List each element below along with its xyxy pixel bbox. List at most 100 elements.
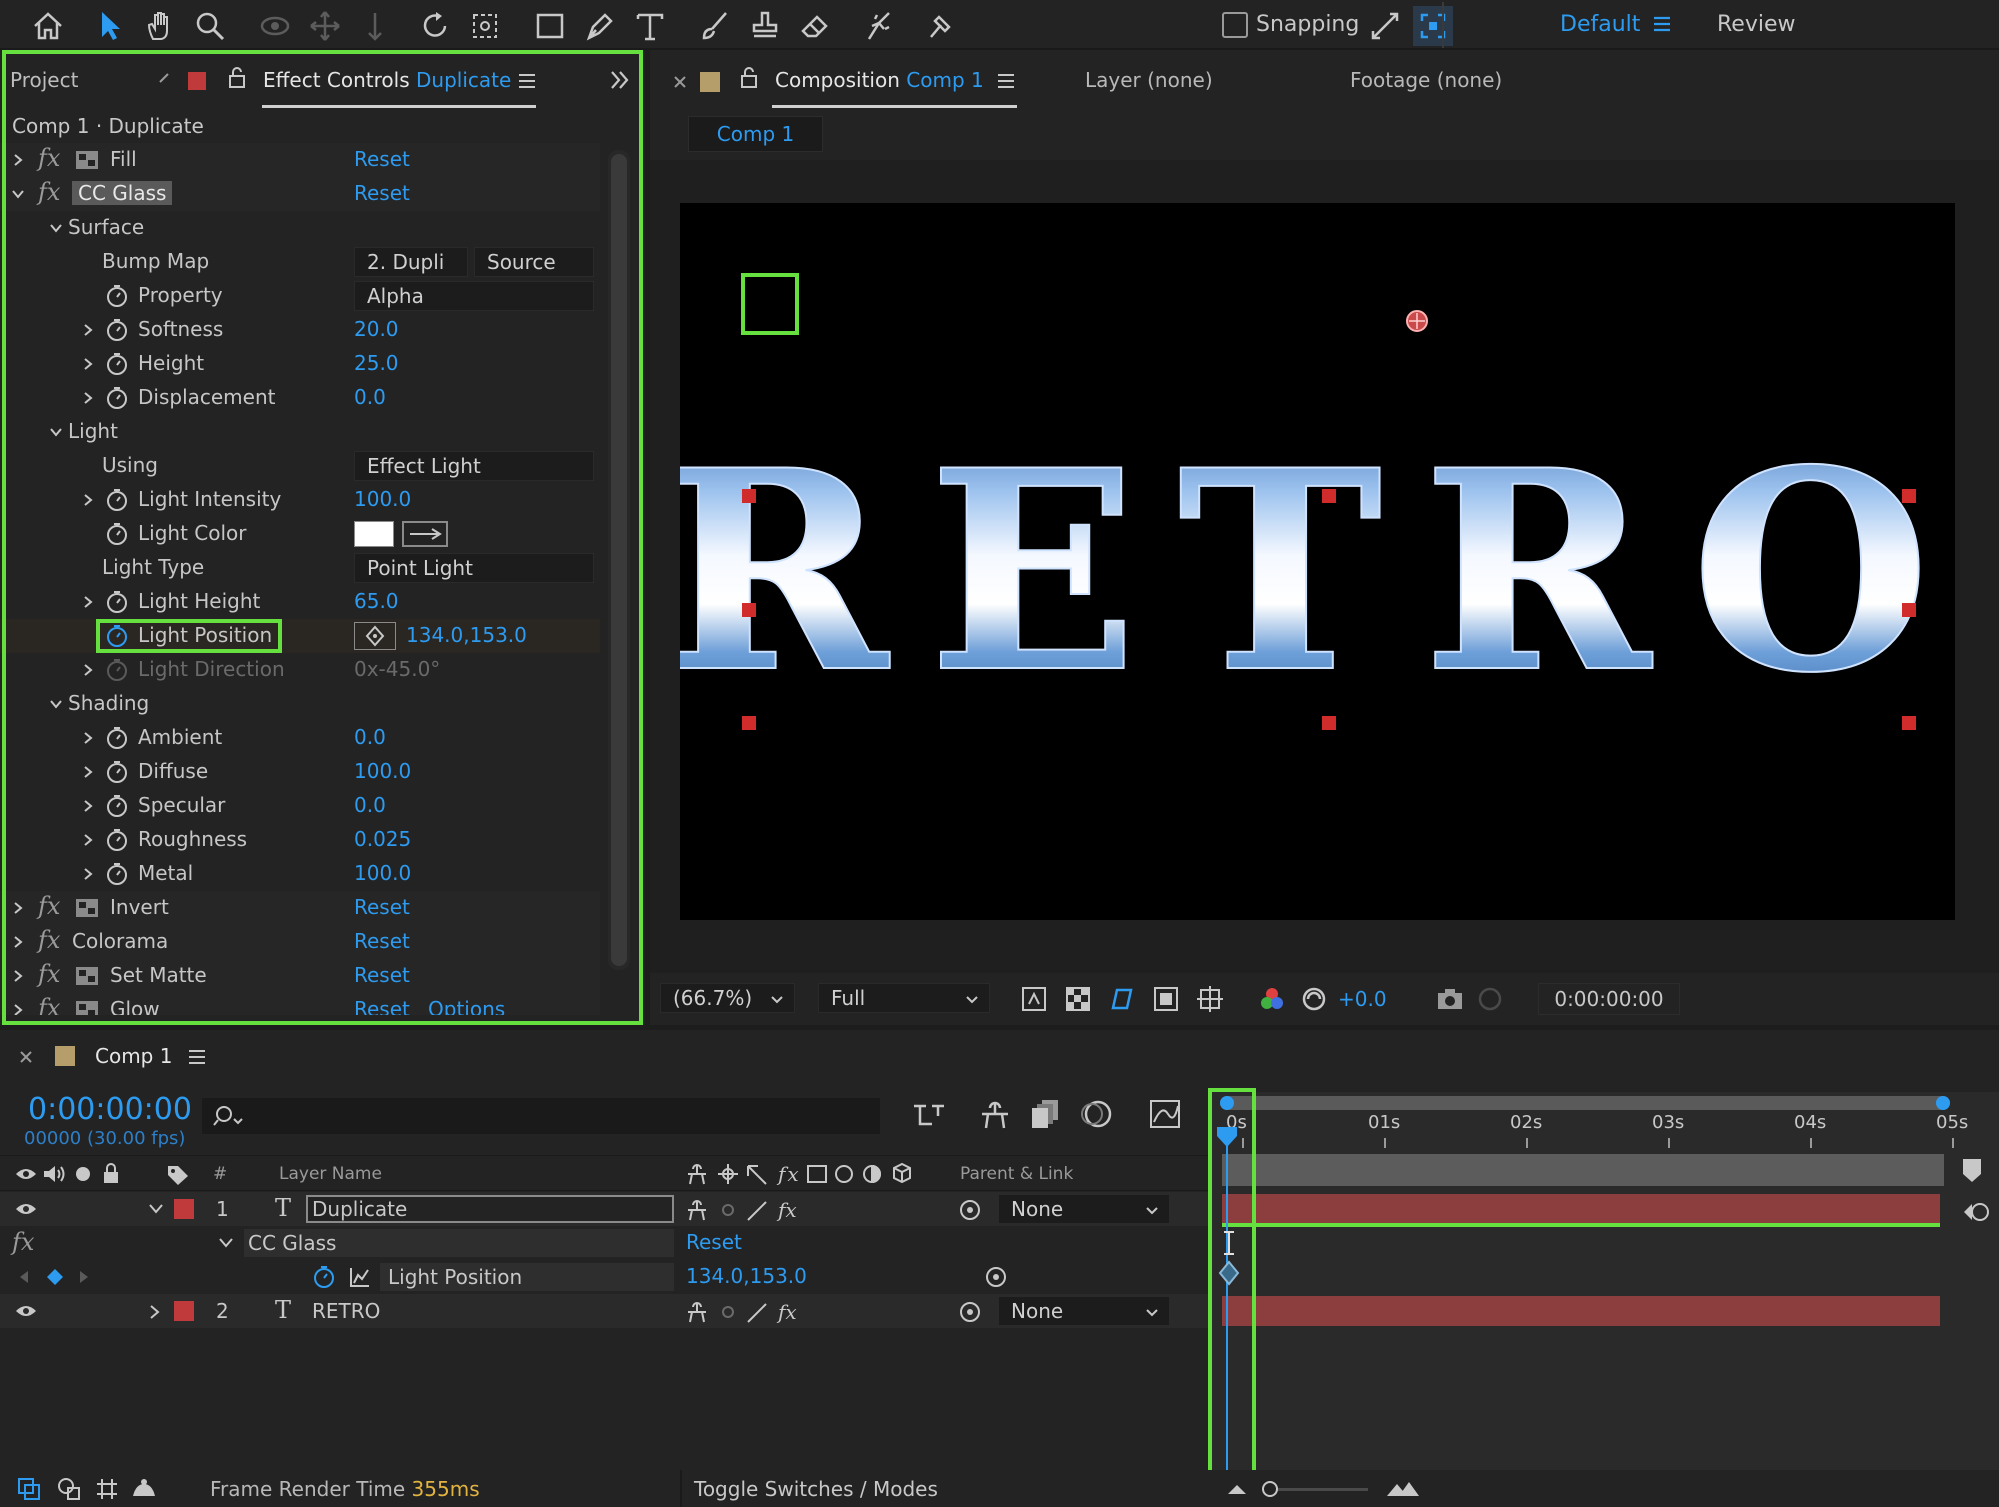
pick-whip-icon[interactable] [958, 1300, 982, 1324]
close-tab-icon[interactable] [672, 66, 688, 96]
graph-editor-icon[interactable] [1148, 1098, 1182, 1130]
pen-tool-icon[interactable] [580, 6, 620, 46]
effect-row-cc-glass[interactable]: fx CC Glass Reset [0, 1226, 1210, 1260]
chevron-right-icon[interactable] [148, 1304, 162, 1320]
mask-visibility-icon[interactable] [1108, 985, 1136, 1013]
close-tab-icon[interactable] [18, 1045, 34, 1069]
effect-reset-link[interactable]: Reset [686, 1230, 742, 1254]
parent-dropdown[interactable]: None [998, 1194, 1170, 1224]
chevron-down-icon[interactable] [218, 1236, 234, 1250]
viewer-timecode[interactable]: 0:00:00:00 [1538, 983, 1680, 1015]
comp-canvas[interactable]: RETRO [680, 203, 1955, 920]
snapping-options-icon[interactable] [1365, 6, 1405, 46]
brush-tool-icon[interactable] [695, 6, 735, 46]
layer-switches-toggle-icon[interactable] [56, 1476, 82, 1502]
render-settings-icon[interactable] [16, 1476, 42, 1502]
dolly-camera-icon[interactable] [355, 6, 395, 46]
layer-name[interactable]: RETRO [312, 1299, 380, 1323]
workspace-default-tab[interactable]: Default [1560, 12, 1640, 37]
lock-icon[interactable] [102, 1162, 120, 1186]
layer-1-duration-bar[interactable] [1222, 1194, 1940, 1224]
work-area-range[interactable] [1222, 1154, 1944, 1186]
shy-layers-icon[interactable] [978, 1100, 1012, 1130]
prev-keyframe-icon[interactable] [18, 1270, 30, 1284]
extend-snap-icon[interactable] [1413, 6, 1453, 46]
snapping-checkbox[interactable] [1222, 12, 1248, 38]
puppet-tool-icon[interactable] [920, 6, 960, 46]
home-icon[interactable] [28, 6, 68, 46]
lock-icon[interactable] [740, 66, 758, 90]
time-ruler[interactable]: 0s 01s 02s 03s 04s 05s [1212, 1112, 1999, 1152]
next-keyframe-icon[interactable] [78, 1270, 90, 1284]
transparency-grid-icon[interactable] [1064, 985, 1092, 1013]
panel-menu-icon[interactable] [188, 1048, 206, 1066]
zoom-out-icon[interactable] [1226, 1482, 1248, 1496]
solo-icon[interactable] [76, 1167, 90, 1181]
frame-render-toggle-icon[interactable] [130, 1476, 158, 1502]
eraser-tool-icon[interactable] [795, 6, 835, 46]
eye-icon[interactable] [14, 1199, 38, 1219]
column-layer-name[interactable]: Layer Name [279, 1164, 382, 1184]
layer-switches[interactable]: fx [686, 1300, 806, 1324]
property-value[interactable]: 134.0,153.0 [686, 1264, 807, 1288]
expression-pick-whip-icon[interactable] [984, 1265, 1008, 1289]
frame-blending-icon[interactable] [1030, 1098, 1062, 1130]
region-of-interest-icon[interactable] [1152, 985, 1180, 1013]
roto-brush-tool-icon[interactable] [860, 6, 900, 46]
property-row-light-position[interactable]: Light Position 134.0,153.0 [0, 1260, 1210, 1294]
column-parent-link[interactable]: Parent & Link [960, 1164, 1073, 1184]
exposure-value[interactable]: +0.0 [1338, 987, 1387, 1011]
show-snapshot-icon[interactable] [1476, 985, 1504, 1013]
reset-exposure-icon[interactable] [1300, 985, 1328, 1013]
workspace-menu-icon[interactable] [1652, 14, 1672, 34]
zoom-dropdown[interactable]: (66.7%) [660, 983, 795, 1013]
fast-previews-icon[interactable] [1020, 985, 1048, 1013]
workspace-review-tab[interactable]: Review [1717, 12, 1796, 37]
orbit-camera-icon[interactable] [255, 6, 295, 46]
resolution-dropdown[interactable]: Full [818, 983, 990, 1013]
zoom-tool-icon[interactable] [190, 6, 230, 46]
channel-rgb-icon[interactable] [1258, 985, 1286, 1013]
pick-whip-icon[interactable] [958, 1198, 982, 1222]
zoom-in-icon[interactable] [1385, 1478, 1421, 1498]
snapshot-icon[interactable] [1435, 985, 1465, 1013]
video-visibility-icon[interactable] [14, 1164, 38, 1184]
layer-name-field[interactable]: Duplicate [306, 1195, 674, 1223]
tab-footage[interactable]: Footage (none) [1350, 68, 1502, 92]
eye-icon[interactable] [14, 1301, 38, 1321]
anchor-point-tool-icon[interactable] [465, 6, 505, 46]
layer-label-color[interactable] [174, 1199, 194, 1219]
selection-tool-icon[interactable] [90, 6, 130, 46]
comp-navigator-tab[interactable]: Comp 1 [688, 116, 823, 152]
label-tag-icon[interactable] [166, 1164, 190, 1186]
layer-2-duration-bar[interactable] [1222, 1296, 1940, 1326]
type-tool-icon[interactable] [630, 6, 670, 46]
graph-icon[interactable] [348, 1265, 372, 1289]
panel-menu-icon[interactable] [997, 72, 1015, 90]
add-keyframe-icon[interactable] [46, 1268, 64, 1286]
grid-guides-icon[interactable] [1196, 985, 1224, 1013]
toggle-switches-modes-button[interactable]: Toggle Switches / Modes [694, 1477, 938, 1501]
parent-dropdown[interactable]: None [998, 1296, 1170, 1326]
layer-row-2[interactable]: 2 T RETRO fx None [0, 1294, 1210, 1328]
rotation-tool-icon[interactable] [415, 6, 455, 46]
pan-camera-icon[interactable] [305, 6, 345, 46]
in-out-toggle-icon[interactable] [94, 1476, 120, 1502]
tab-layer[interactable]: Layer (none) [1085, 68, 1213, 92]
layer-label-color[interactable] [174, 1301, 194, 1321]
chevron-down-icon[interactable] [148, 1202, 164, 1216]
clone-stamp-tool-icon[interactable] [745, 6, 785, 46]
zoom-slider[interactable] [1262, 1481, 1368, 1497]
audio-icon[interactable] [42, 1164, 66, 1184]
stopwatch-icon[interactable] [312, 1265, 336, 1289]
hand-tool-icon[interactable] [140, 6, 180, 46]
composition-mini-flowchart-icon[interactable] [912, 1100, 946, 1130]
timeline-timecode[interactable]: 0:00:00:00 [28, 1092, 192, 1127]
light-position-crosshair[interactable] [1406, 310, 1428, 332]
layer-switches[interactable]: fx [686, 1198, 806, 1222]
sync-icon[interactable] [1962, 1198, 1990, 1222]
layer-row-1[interactable]: 1 T Duplicate fx None [0, 1192, 1210, 1226]
timeline-comp-tab[interactable]: Comp 1 [95, 1044, 172, 1068]
tab-composition[interactable]: Composition Comp 1 [775, 68, 984, 92]
layer-search-input[interactable] [202, 1098, 880, 1134]
